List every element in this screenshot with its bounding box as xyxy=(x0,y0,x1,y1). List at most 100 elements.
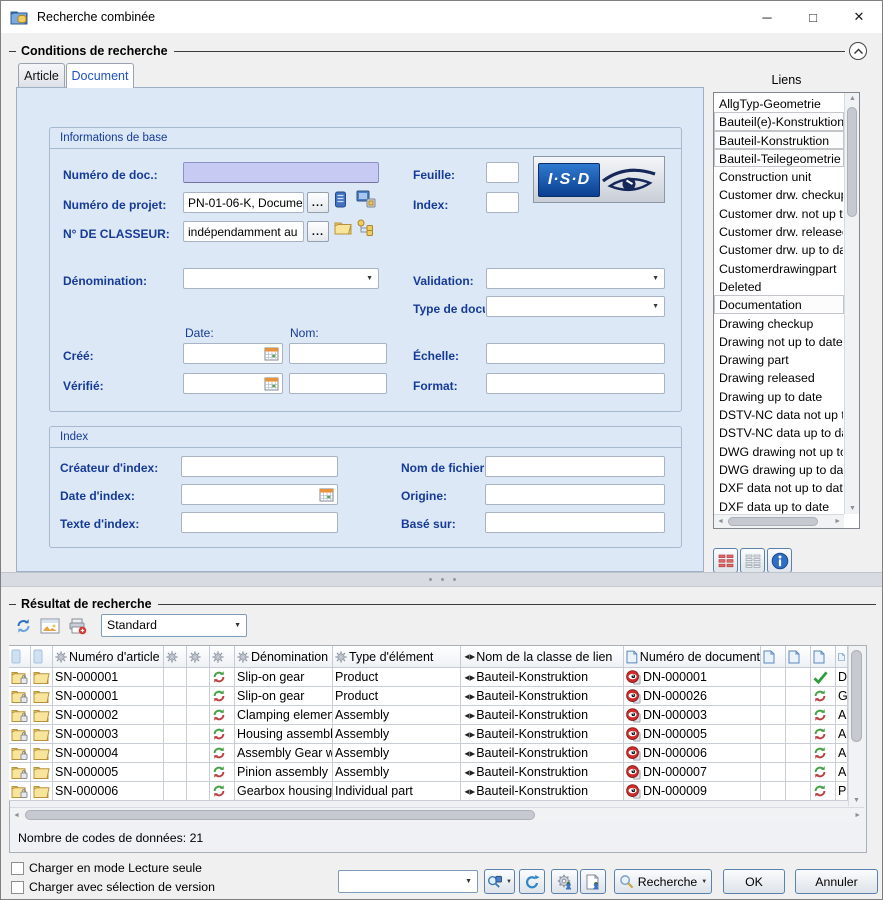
scroll-down-icon[interactable]: ▼ xyxy=(853,797,860,804)
table-row[interactable]: SN-000001Slip-on gearProduct◄▶Bauteil-Ko… xyxy=(9,687,848,706)
calendar-icon[interactable] xyxy=(264,377,279,394)
reset-button[interactable] xyxy=(519,869,545,894)
link-list-plain-view-button[interactable] xyxy=(740,548,765,573)
print-button[interactable] xyxy=(65,615,89,637)
doc-type-combo[interactable]: ▼ xyxy=(486,296,665,317)
minimize-button[interactable]: ─ xyxy=(744,1,790,33)
liens-item[interactable]: DXF data not up to date xyxy=(714,478,844,496)
calendar-icon[interactable] xyxy=(319,488,334,505)
index-date-input[interactable] xyxy=(181,484,338,505)
doc-number-input[interactable] xyxy=(183,162,379,183)
saved-search-combo[interactable]: ▼ xyxy=(338,870,478,893)
table-row[interactable]: SN-000003Housing assemblyAssembly◄▶Baute… xyxy=(9,725,848,744)
classeur-folder-icon-button[interactable] xyxy=(334,220,352,235)
liens-listbox[interactable]: AllgTyp-GeometrieBauteil(e)-Konstruktion… xyxy=(713,92,860,529)
liens-item[interactable]: Customerdrawingpart xyxy=(714,259,844,277)
column-header[interactable] xyxy=(210,646,235,667)
refresh-results-button[interactable] xyxy=(11,615,35,637)
column-header[interactable] xyxy=(164,646,187,667)
classeur-hierarchy-icon-button[interactable] xyxy=(356,219,374,236)
table-row[interactable]: SN-000006Gearbox housingIndividual part◄… xyxy=(9,782,848,801)
liens-item[interactable]: DWG drawing up to date xyxy=(714,460,844,478)
close-button[interactable]: ✕ xyxy=(836,1,882,33)
maximize-button[interactable]: □ xyxy=(790,1,836,33)
scrollbar-thumb[interactable] xyxy=(728,517,818,526)
scroll-down-icon[interactable]: ▼ xyxy=(849,505,856,512)
column-header[interactable] xyxy=(187,646,210,667)
search-button[interactable]: Recherche ▼ xyxy=(614,869,712,894)
column-header[interactable] xyxy=(9,646,31,667)
document-options-button[interactable] xyxy=(580,869,606,894)
liens-item[interactable]: DSTV-NC data up to date xyxy=(714,423,844,441)
column-header[interactable] xyxy=(31,646,53,667)
liens-item[interactable]: DWG drawing not up to date xyxy=(714,442,844,460)
based-on-input[interactable] xyxy=(485,512,665,533)
liens-item[interactable]: Drawing part xyxy=(714,350,844,368)
created-name-input[interactable] xyxy=(289,343,387,364)
liens-item[interactable]: DXF data up to date xyxy=(714,497,844,514)
table-vertical-scrollbar[interactable]: ▼ xyxy=(848,646,864,806)
column-header[interactable] xyxy=(761,646,786,667)
tab-document[interactable]: Document xyxy=(66,63,134,88)
splitter-handle[interactable] xyxy=(1,572,883,587)
validation-combo[interactable]: ▼ xyxy=(486,268,665,289)
liens-item[interactable]: Customer drw. up to date xyxy=(714,240,844,258)
scrollbar-thumb[interactable] xyxy=(25,810,535,820)
liens-item[interactable]: Bauteil(e)-Konstruktion xyxy=(714,112,844,130)
table-row[interactable]: SN-000005Pinion assemblyAssembly◄▶Bautei… xyxy=(9,763,848,782)
liens-item[interactable]: Customer drw. not up to date xyxy=(714,204,844,222)
liens-item[interactable]: Deleted xyxy=(714,277,844,295)
column-header[interactable] xyxy=(786,646,811,667)
column-header[interactable]: Numéro de document xyxy=(624,646,761,667)
classeur-input[interactable]: indépendamment au xyxy=(183,221,304,242)
index-input[interactable] xyxy=(486,192,519,213)
link-info-button[interactable] xyxy=(767,548,792,573)
liens-item[interactable]: Drawing not up to date xyxy=(714,332,844,350)
liens-item[interactable]: Drawing up to date xyxy=(714,387,844,405)
verified-date-input[interactable] xyxy=(183,373,283,394)
table-row[interactable]: SN-000004Assembly Gear whAssembly◄▶Baute… xyxy=(9,744,848,763)
version-select-checkbox[interactable] xyxy=(11,881,24,894)
scroll-left-icon[interactable]: ◄ xyxy=(13,812,20,819)
column-header[interactable]: Dénomination xyxy=(235,646,333,667)
export-image-button[interactable] xyxy=(38,615,62,637)
liens-item[interactable]: Bauteil-Teilegeometrie xyxy=(714,149,844,167)
table-horizontal-scrollbar[interactable]: ◄ ► xyxy=(10,807,864,822)
verified-name-input[interactable] xyxy=(289,373,387,394)
liens-item[interactable]: Drawing checkup xyxy=(714,314,844,332)
project-server-icon-button[interactable] xyxy=(334,191,347,208)
denomination-combo[interactable]: ▼ xyxy=(183,268,379,289)
calendar-icon[interactable] xyxy=(264,347,279,364)
liens-item[interactable]: Drawing released xyxy=(714,368,844,386)
tab-article[interactable]: Article xyxy=(18,63,65,87)
scale-input[interactable] xyxy=(486,343,665,364)
liens-item[interactable]: Customer drw. released xyxy=(714,222,844,240)
scroll-right-icon[interactable]: ► xyxy=(854,812,861,819)
liens-item[interactable]: Documentation xyxy=(714,295,844,313)
read-only-checkbox[interactable] xyxy=(11,862,24,875)
index-text-input[interactable] xyxy=(181,512,338,533)
liens-item[interactable]: Customer drw. checkup xyxy=(714,185,844,203)
classeur-browse-button[interactable]: ... xyxy=(307,221,329,242)
column-header[interactable]: ◄▶Nom de la classe de lien xyxy=(461,646,624,667)
project-browse-button[interactable]: ... xyxy=(307,192,329,213)
liens-item[interactable]: Construction unit xyxy=(714,167,844,185)
column-header[interactable]: Numéro d'article xyxy=(53,646,164,667)
liens-vertical-scrollbar[interactable]: ▲ ▼ xyxy=(844,93,859,514)
table-row[interactable]: SN-000002Clamping elementAssembly◄▶Baute… xyxy=(9,706,848,725)
liens-horizontal-scrollbar[interactable]: ◄ ► xyxy=(714,514,844,528)
column-header[interactable]: Type d'élément xyxy=(333,646,461,667)
file-name-input[interactable] xyxy=(485,456,665,477)
liens-item[interactable]: AllgTyp-Geometrie xyxy=(714,94,844,112)
origin-input[interactable] xyxy=(485,484,665,505)
scroll-left-icon[interactable]: ◄ xyxy=(717,518,724,525)
column-header[interactable] xyxy=(836,646,848,667)
scroll-right-icon[interactable]: ► xyxy=(834,518,841,525)
view-selector-combo[interactable]: Standard ▼ xyxy=(101,614,247,637)
scrollbar-thumb[interactable] xyxy=(851,650,862,742)
link-list-red-view-button[interactable] xyxy=(713,548,738,573)
sheet-input[interactable] xyxy=(486,162,519,183)
save-search-button[interactable]: ▼ xyxy=(484,869,515,894)
scrollbar-thumb[interactable] xyxy=(847,107,857,217)
project-input[interactable]: PN-01-06-K, Docume xyxy=(183,192,304,213)
